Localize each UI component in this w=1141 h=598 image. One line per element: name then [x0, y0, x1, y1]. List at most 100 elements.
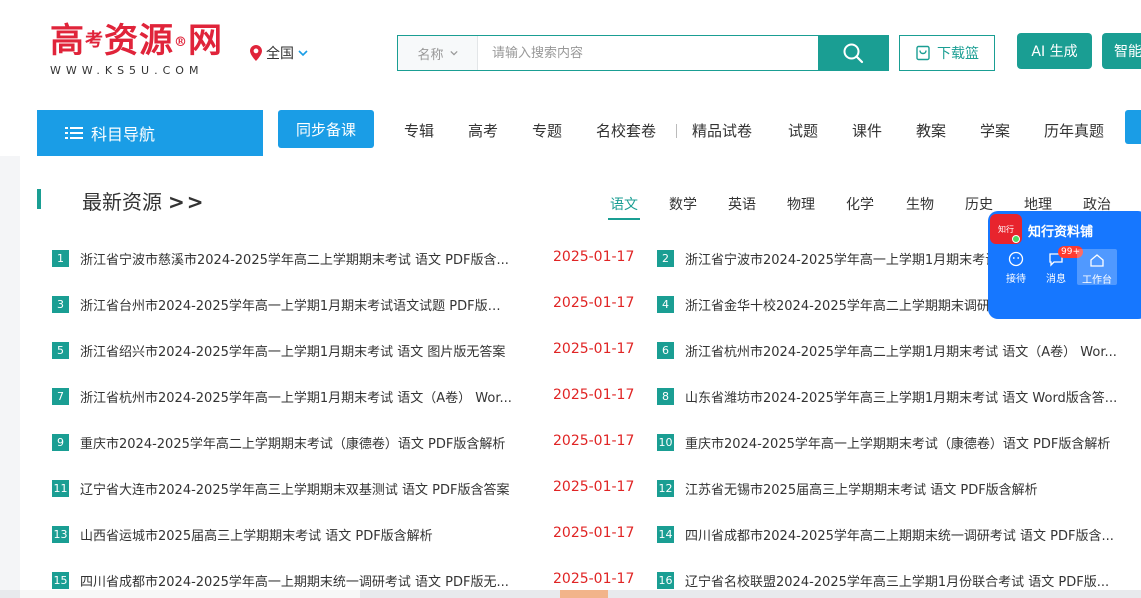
- sync-prep-button[interactable]: 同步备课: [278, 110, 374, 148]
- item-number: 11: [52, 479, 69, 497]
- list-item[interactable]: 3 浙江省台州市2024-2025学年高一上学期1月期末考试语文试题 PDF版含.…: [52, 292, 512, 316]
- subject-nav-label: 科目导航: [91, 125, 156, 144]
- region-selector[interactable]: 全国: [250, 43, 308, 63]
- list-item[interactable]: 12 江苏省无锡市2025届高三上学期期末考试 语文 PDF版含解析: [657, 476, 1141, 500]
- item-title[interactable]: 浙江省宁波市慈溪市2024-2025学年高二上学期期末考试 语文 PDF版含..…: [80, 249, 509, 268]
- item-title[interactable]: 山东省潍坊市2024-2025学年高三上学期1月期末考试 语文 Word版含答.…: [685, 387, 1117, 406]
- item-number: 6: [657, 341, 674, 359]
- item-title[interactable]: 重庆市2024-2025学年高二上学期期末考试（康德卷）语文 PDF版含解析: [80, 433, 505, 452]
- item-title[interactable]: 江苏省无锡市2025届高三上学期期末考试 语文 PDF版含解析: [685, 479, 1038, 498]
- list-item[interactable]: 15 四川省成都市2024-2025学年高一上期期末统一调研考试 语文 PDF版无…: [52, 568, 512, 592]
- widget-workbench-label: 工作台: [1082, 275, 1112, 286]
- search-button[interactable]: [818, 36, 888, 70]
- nav-item-school-papers[interactable]: 名校套卷: [596, 120, 656, 141]
- main-nav: 科目导航 同步备课 专辑 高考 专题 名校套卷 精品试卷 试题 课件 教案 学案…: [0, 100, 1141, 156]
- shop-chat-widget[interactable]: 知行 知行资料铺 接待 99+ 消息 工作台: [988, 211, 1141, 319]
- logo-domain: WWW.KS5U.COM: [50, 64, 204, 77]
- list-item[interactable]: 5 浙江省绍兴市2024-2025学年高一上学期1月期末考试 语文 图片版无答案: [52, 338, 512, 362]
- item-title[interactable]: 四川省成都市2024-2025学年高一上期期末统一调研考试 语文 PDF版无..…: [80, 571, 509, 590]
- download-basket-label: 下载篮: [937, 46, 979, 62]
- item-date: 2025-01-17: [553, 387, 635, 403]
- nav-divider: [676, 124, 677, 138]
- list-item[interactable]: 6 浙江省杭州市2024-2025学年高二上学期1月期末考试 语文（A卷） Wor…: [657, 338, 1141, 362]
- tab-biology[interactable]: 生物: [906, 194, 934, 214]
- item-date: 2025-01-17: [553, 341, 635, 357]
- shop-name: 知行资料铺: [1028, 225, 1094, 240]
- nav-item-album[interactable]: 专辑: [404, 120, 434, 141]
- list-item[interactable]: 16 辽宁省名校联盟2024-2025学年高三上学期1月份联合考试 语文 PDF版…: [657, 568, 1141, 592]
- search-icon: [843, 43, 864, 64]
- tab-math[interactable]: 数学: [669, 194, 697, 214]
- item-number: 3: [52, 295, 69, 313]
- section-title: 最新资源 >>: [82, 190, 206, 214]
- list-item[interactable]: 13 山西省运城市2025届高三上学期期末考试 语文 PDF版含解析: [52, 522, 512, 546]
- item-title[interactable]: 辽宁省大连市2024-2025学年高三上学期期末双基测试 语文 PDF版含答案: [80, 479, 509, 498]
- nav-extra-button[interactable]: [1125, 110, 1141, 144]
- widget-reception-label: 接待: [1006, 274, 1026, 285]
- item-title[interactable]: 浙江省台州市2024-2025学年高一上学期1月期末考试语文试题 PDF版含..…: [80, 295, 512, 314]
- widget-reception-button[interactable]: 接待: [996, 249, 1036, 285]
- nav-item-questions[interactable]: 试题: [788, 120, 818, 141]
- widget-workbench-button[interactable]: 工作台: [1077, 249, 1117, 286]
- list-item[interactable]: 10 重庆市2024-2025学年高一上学期期末考试（康德卷）语文 PDF版含解析: [657, 430, 1141, 454]
- list-item[interactable]: 9 重庆市2024-2025学年高二上学期期末考试（康德卷）语文 PDF版含解析: [52, 430, 512, 454]
- item-number: 1: [52, 249, 69, 267]
- scrollbar-track-segment: [20, 590, 360, 598]
- list-item[interactable]: 11 辽宁省大连市2024-2025学年高三上学期期末双基测试 语文 PDF版含答…: [52, 476, 512, 500]
- item-number: 9: [52, 433, 69, 451]
- item-number: 5: [52, 341, 69, 359]
- latest-resources-panel: 最新资源 >> 语文 数学 英语 物理 化学 生物 历史 地理 政治 1 浙江省宁波…: [20, 156, 1141, 598]
- list-item[interactable]: 14 四川省成都市2024-2025学年高二上期期末统一调研考试 语文 PDF版含…: [657, 522, 1141, 546]
- item-date: 2025-01-17: [553, 571, 635, 587]
- download-basket-button[interactable]: 下载篮: [899, 35, 995, 71]
- item-title[interactable]: 四川省成都市2024-2025学年高二上期期末统一调研考试 语文 PDF版含..…: [685, 525, 1114, 544]
- nav-item-lesson-plans[interactable]: 教案: [916, 120, 946, 141]
- item-date: 2025-01-17: [553, 249, 635, 265]
- nav-item-courseware[interactable]: 课件: [852, 120, 882, 141]
- site-header: 高考资源®网 WWW.KS5U.COM 全国 名称 下载篮 AI 生成 智能: [0, 0, 1141, 100]
- scrollbar-thumb[interactable]: [560, 590, 608, 598]
- list-menu-icon: [65, 127, 83, 139]
- tab-chemistry[interactable]: 化学: [846, 194, 874, 214]
- subject-nav-button[interactable]: 科目导航: [37, 110, 263, 156]
- item-number: 15: [52, 571, 69, 589]
- item-date: 2025-01-17: [553, 479, 635, 495]
- logo-wordmark: 高考资源®网: [50, 21, 223, 61]
- list-item[interactable]: 7 浙江省杭州市2024-2025学年高一上学期1月期末考试 语文（A卷） Wor…: [52, 384, 512, 408]
- ai-generate-button[interactable]: AI 生成: [1017, 33, 1092, 69]
- search-category-label: 名称: [417, 47, 444, 63]
- tab-history[interactable]: 历史: [965, 194, 993, 214]
- smart-button[interactable]: 智能: [1102, 33, 1141, 69]
- search-category-select[interactable]: 名称: [398, 36, 478, 70]
- nav-item-topic[interactable]: 专题: [532, 120, 562, 141]
- search-input[interactable]: [478, 36, 818, 70]
- item-title[interactable]: 浙江省宁波市2024-2025学年高一上学期1月期末考试 语文: [685, 249, 1028, 268]
- item-title[interactable]: 浙江省杭州市2024-2025学年高二上学期1月期末考试 语文（A卷） Wor.…: [685, 341, 1117, 360]
- location-pin-icon: [250, 45, 262, 61]
- chevron-down-icon: [449, 50, 458, 56]
- widget-messages-button[interactable]: 99+ 消息: [1036, 246, 1083, 285]
- site-logo[interactable]: 高考资源®网 WWW.KS5U.COM: [50, 22, 225, 78]
- item-number: 16: [657, 571, 674, 589]
- tab-chinese[interactable]: 语文: [608, 194, 640, 220]
- item-title[interactable]: 浙江省杭州市2024-2025学年高一上学期1月期末考试 语文（A卷） Wor.…: [80, 387, 512, 406]
- nav-item-past-exams[interactable]: 历年真题: [1044, 120, 1104, 141]
- tab-english[interactable]: 英语: [728, 194, 756, 214]
- more-arrows-link[interactable]: >>: [168, 190, 206, 214]
- item-number: 12: [657, 479, 674, 497]
- item-number: 10: [657, 433, 674, 451]
- item-number: 4: [657, 295, 674, 313]
- item-title[interactable]: 重庆市2024-2025学年高一上学期期末考试（康德卷）语文 PDF版含解析: [685, 433, 1110, 452]
- item-title[interactable]: 辽宁省名校联盟2024-2025学年高三上学期1月份联合考试 语文 PDF版..…: [685, 571, 1109, 590]
- item-title[interactable]: 山西省运城市2025届高三上学期期末考试 语文 PDF版含解析: [80, 525, 433, 544]
- list-item[interactable]: 8 山东省潍坊市2024-2025学年高三上学期1月期末考试 语文 Word版含答…: [657, 384, 1141, 408]
- section-accent-bar: [37, 189, 41, 209]
- item-date: 2025-01-17: [553, 525, 635, 541]
- tab-physics[interactable]: 物理: [787, 194, 815, 214]
- list-item[interactable]: 1 浙江省宁波市慈溪市2024-2025学年高二上学期期末考试 语文 PDF版含.…: [52, 246, 512, 270]
- nav-item-premium-papers[interactable]: 精品试卷: [692, 120, 752, 141]
- item-title[interactable]: 浙江省绍兴市2024-2025学年高一上学期1月期末考试 语文 图片版无答案: [80, 341, 505, 360]
- nav-item-gaokao[interactable]: 高考: [468, 120, 498, 141]
- item-date: 2025-01-17: [553, 433, 635, 449]
- nav-item-study-plans[interactable]: 学案: [980, 120, 1010, 141]
